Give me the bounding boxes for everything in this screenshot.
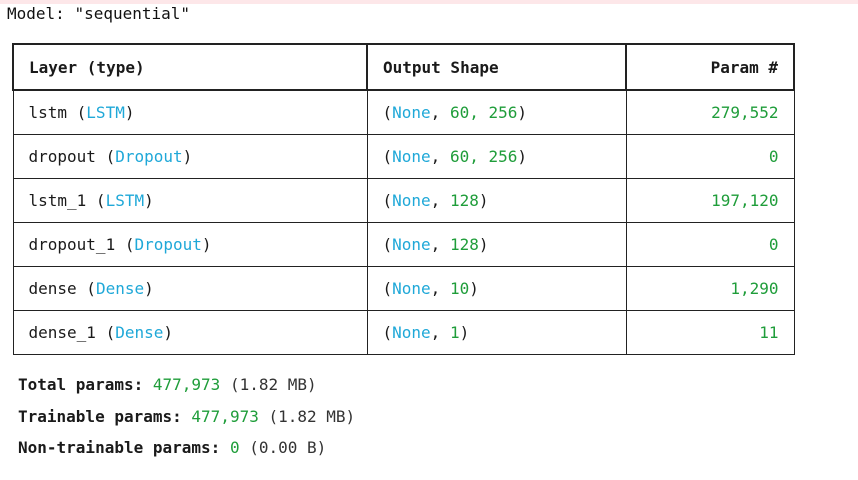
output-shape-cell: (None, 10): [366, 266, 627, 311]
non-trainable-params-value: 0: [229, 438, 240, 457]
trainable-params-value: 477,973: [191, 406, 259, 426]
trainable-params-size: (1.82 MB): [268, 406, 356, 426]
layer-type: LSTM: [105, 191, 145, 210]
param-count: 0: [768, 235, 779, 254]
output-shape-cell: (None, 60, 256): [366, 134, 627, 179]
shape-none: None: [392, 103, 431, 122]
param-count: 279,552: [711, 103, 779, 122]
shape-dims: 128: [449, 235, 479, 254]
table-body: lstm (LSTM) (None, 60, 256) 279,552 dropout…: [12, 89, 795, 355]
trainable-params-line: Trainable params: 477,973 (1.82 MB): [18, 404, 355, 436]
layer-name: dense_1: [28, 323, 96, 342]
output-shape-cell: (None, 1): [366, 310, 627, 355]
param-count-cell: 0: [625, 134, 795, 179]
model-summary-table: Layer (type) Output Shape Param # lstm (…: [12, 43, 795, 355]
total-params-label: Total params:: [18, 375, 144, 394]
shape-dims: 60, 256: [449, 103, 518, 122]
layer-name: dropout: [28, 147, 96, 166]
param-count: 11: [759, 323, 779, 342]
table-row: dropout (Dropout) (None, 60, 256) 0: [12, 134, 795, 179]
param-count-cell: 0: [625, 222, 795, 267]
shape-none: None: [392, 147, 431, 166]
non-trainable-params-size: (0.00 B): [249, 438, 327, 457]
non-trainable-params-line: Non-trainable params: 0 (0.00 B): [18, 435, 355, 467]
layer-cell: dropout (Dropout): [12, 134, 368, 179]
layer-cell: dense (Dense): [12, 266, 368, 311]
param-count: 0: [768, 147, 779, 166]
header-layer-type: Layer (type): [12, 43, 368, 91]
shape-none: None: [392, 191, 431, 210]
layer-cell: lstm (LSTM): [12, 89, 368, 135]
layer-cell: dropout_1 (Dropout): [12, 222, 368, 267]
layer-type: LSTM: [86, 103, 125, 122]
shape-dims: 1: [449, 323, 460, 342]
shape-none: None: [392, 279, 431, 298]
layer-cell: lstm_1 (LSTM): [12, 178, 368, 223]
layer-cell: dense_1 (Dense): [12, 310, 368, 355]
total-params-value: 477,973: [152, 375, 221, 394]
shape-dims: 10: [449, 279, 470, 298]
output-shape-cell: (None, 60, 256): [366, 89, 627, 135]
param-count-cell: 11: [625, 310, 795, 355]
param-count-cell: 1,290: [625, 266, 795, 311]
output-shape-cell: (None, 128): [366, 178, 627, 223]
table-row: dense_1 (Dense) (None, 1) 11: [12, 310, 795, 355]
table-row: lstm_1 (LSTM) (None, 128) 197,120: [12, 178, 795, 223]
layer-type: Dropout: [115, 147, 183, 166]
trainable-params-label: Trainable params:: [18, 406, 182, 426]
model-name: "sequential": [74, 4, 191, 23]
output-shape-cell: (None, 128): [366, 222, 627, 267]
shape-dims: 60, 256: [449, 147, 518, 166]
params-summary: Total params: 477,973 (1.82 MB) Trainabl…: [18, 372, 355, 467]
param-count: 1,290: [730, 279, 779, 298]
table-row: dense (Dense) (None, 10) 1,290: [12, 266, 795, 311]
param-count: 197,120: [711, 191, 779, 210]
layer-type: Dense: [115, 323, 164, 342]
param-count-cell: 279,552: [625, 89, 795, 135]
shape-dims: 128: [449, 191, 479, 210]
layer-name: dropout_1: [28, 235, 116, 254]
table-row: dropout_1 (Dropout) (None, 128) 0: [12, 222, 795, 267]
shape-none: None: [392, 323, 431, 342]
layer-type: Dropout: [134, 235, 202, 254]
non-trainable-params-label: Non-trainable params:: [18, 438, 221, 457]
layer-type: Dense: [95, 279, 145, 298]
table-row: lstm (LSTM) (None, 60, 256) 279,552: [12, 89, 795, 135]
total-params-size: (1.82 MB): [229, 375, 317, 394]
header-param-count: Param #: [625, 43, 795, 91]
layer-name: lstm_1: [28, 191, 87, 210]
param-count-cell: 197,120: [625, 178, 795, 223]
layer-name: dense: [28, 279, 77, 298]
header-output-shape: Output Shape: [366, 43, 627, 91]
table-header-row: Layer (type) Output Shape Param #: [12, 43, 795, 91]
model-title: Model: "sequential": [7, 4, 190, 24]
total-params-line: Total params: 477,973 (1.82 MB): [18, 372, 355, 404]
model-title-prefix: Model:: [7, 4, 75, 23]
shape-none: None: [392, 235, 431, 254]
layer-name: lstm: [28, 103, 68, 122]
